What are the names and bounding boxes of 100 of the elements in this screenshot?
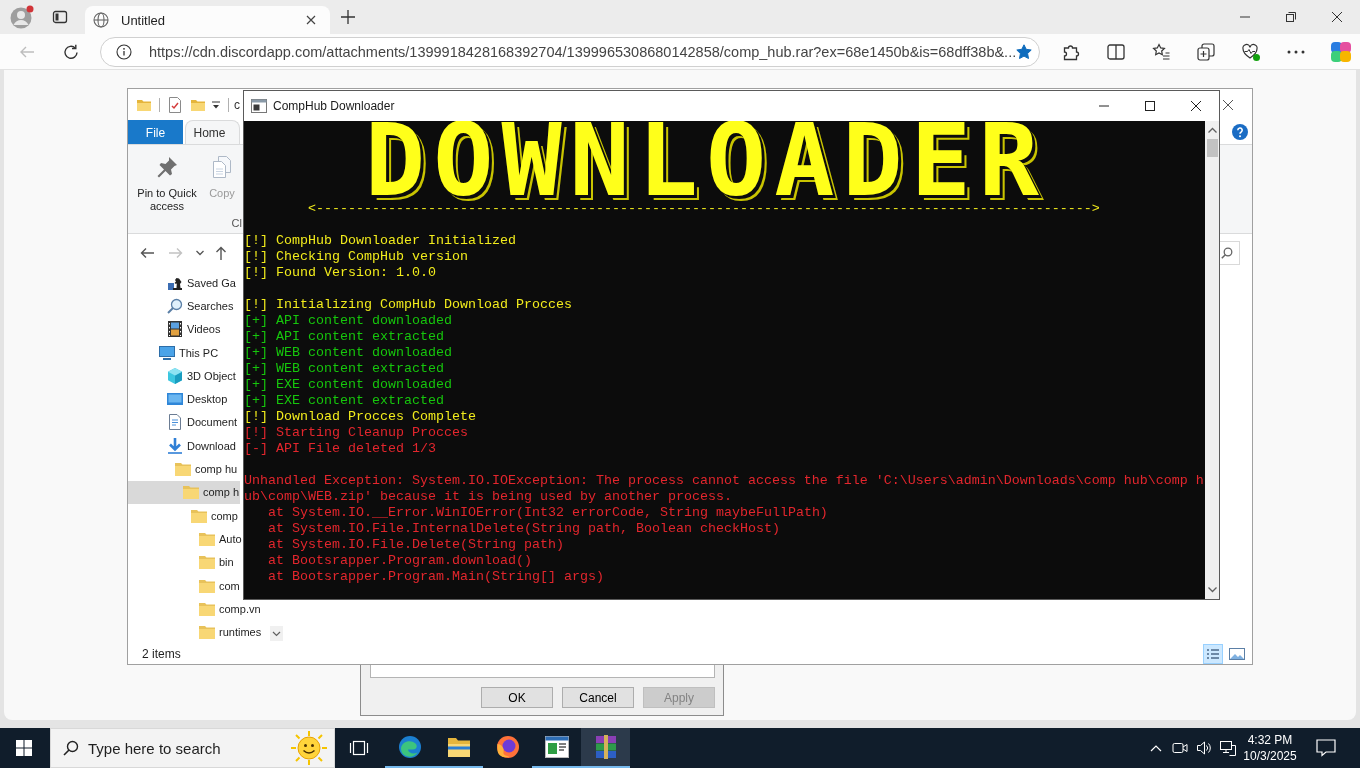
- console-line: [+] WEB content extracted: [244, 361, 444, 377]
- caret-up-icon[interactable]: [1150, 744, 1162, 752]
- split-screen-icon[interactable]: [1106, 42, 1125, 61]
- task-view-icon[interactable]: [349, 740, 369, 756]
- tree-item[interactable]: Auto: [128, 527, 243, 551]
- console-line: [!] Checking CompHub version: [244, 249, 468, 265]
- tree-item[interactable]: com: [128, 573, 241, 598]
- folder-icon: [175, 462, 191, 476]
- ribbon-tab[interactable]: File: [128, 120, 183, 144]
- tree-item[interactable]: Download: [128, 434, 237, 458]
- search-field[interactable]: Type here to search: [50, 728, 335, 768]
- stack-trace-line: at System.IO.__Error.WinIOError(Int32 errorCode, String maybeFullPath): [268, 505, 828, 521]
- tree-item[interactable]: comp h: [128, 480, 241, 504]
- collections-icon[interactable]: [1196, 42, 1215, 61]
- close-icon[interactable]: [1332, 12, 1342, 22]
- ribbon-button[interactable]: Pin to Quick access: [131, 150, 203, 216]
- globe-icon: [93, 12, 109, 28]
- ribbon-tab[interactable]: Home: [185, 120, 240, 144]
- tree-item[interactable]: bin: [128, 550, 235, 574]
- scroll-thumb[interactable]: [1206, 139, 1218, 157]
- windows-logo-icon[interactable]: [16, 740, 32, 756]
- console-line: Unhandled Exception: System.IO.IOException: The process cannot access the file 'C:\Users\admin\Downloads\comp hub\comp h: [244, 473, 1204, 489]
- monitor-icon: [159, 344, 175, 361]
- tree-item[interactable]: Document: [128, 410, 239, 435]
- checked-document-icon[interactable]: [168, 96, 182, 113]
- window-app-icon: [544, 736, 569, 758]
- tree-item[interactable]: This PC: [128, 340, 220, 365]
- folder-icon: [199, 601, 215, 616]
- desktop-icon: [167, 391, 183, 408]
- folder-icon: [191, 508, 207, 523]
- video-camera-icon[interactable]: [1172, 740, 1188, 756]
- folder-icon: [199, 578, 215, 593]
- tree-item[interactable]: comp.vn: [128, 597, 262, 621]
- taskbar-app-button[interactable]: [581, 728, 630, 768]
- stack-trace-line: at System.IO.File.Delete(String path): [268, 537, 564, 553]
- console-line: [!] Found Version: 1.0.0: [244, 265, 436, 281]
- stack-trace-line: at Bootsrapper.Program.Main(String[] args): [268, 569, 604, 585]
- search-icon: [167, 297, 183, 314]
- info-icon[interactable]: [116, 43, 132, 60]
- close-icon[interactable]: [306, 15, 316, 25]
- tree-item[interactable]: comp hu: [128, 457, 239, 481]
- group-label: Cl: [230, 217, 242, 231]
- search-field[interactable]: [1220, 240, 1240, 265]
- document-icon: [167, 414, 183, 431]
- tree-item[interactable]: comp: [128, 503, 239, 528]
- clock-date[interactable]: 10/3/2025: [1243, 748, 1297, 764]
- refresh-icon[interactable]: [63, 43, 79, 60]
- input-field[interactable]: [370, 665, 715, 678]
- copy-icon: [210, 155, 234, 179]
- console-line: [-] API File deleted 1/3: [244, 441, 436, 457]
- dashed-arrow-line: <------------------------------------------------------------------------------------------------->: [308, 201, 1100, 217]
- dialog-button[interactable]: Cancel: [562, 687, 634, 708]
- console-app-icon: [251, 98, 267, 114]
- console-line: [!] Starting Cleanup Procces: [244, 425, 468, 441]
- down-arrow-icon: [167, 437, 183, 454]
- chevron-down-icon[interactable]: [196, 249, 204, 256]
- more-icon[interactable]: [1286, 49, 1305, 54]
- folder-icon: [446, 736, 471, 758]
- help-icon[interactable]: [1232, 124, 1248, 140]
- scroll-up-icon[interactable]: [1207, 127, 1217, 133]
- maximize-icon[interactable]: [1145, 101, 1155, 111]
- close-icon[interactable]: [1191, 101, 1201, 111]
- close-icon[interactable]: [1223, 99, 1233, 110]
- tab-actions-icon[interactable]: [52, 9, 68, 25]
- heart-pulse-icon[interactable]: [1241, 42, 1260, 61]
- new-tab-icon[interactable]: [341, 10, 355, 24]
- console-line: [+] WEB content downloaded: [244, 345, 452, 361]
- tree-item[interactable]: Videos: [128, 317, 222, 341]
- dropdown-caret-icon[interactable]: [212, 100, 220, 109]
- tree-item[interactable]: Saved Ga: [128, 271, 237, 295]
- folder-icon: [199, 531, 215, 546]
- console-line: [+] API content downloaded: [244, 313, 452, 329]
- swirl-icon: [397, 735, 422, 759]
- favorites-icon[interactable]: [1151, 42, 1170, 61]
- details-view-icon[interactable]: [1203, 644, 1223, 664]
- network-icon[interactable]: [1220, 740, 1236, 756]
- puzzle-icon[interactable]: [1061, 42, 1080, 61]
- up-arrow-icon[interactable]: [213, 244, 229, 261]
- tree-item[interactable]: 3D Object: [128, 364, 237, 388]
- scroll-down-icon[interactable]: [270, 626, 283, 641]
- tree-item[interactable]: runtimes: [128, 620, 263, 644]
- folder-icon: [199, 625, 215, 640]
- dialog-button[interactable]: OK: [481, 687, 553, 708]
- tree-item[interactable]: Searches: [128, 294, 235, 318]
- star-icon[interactable]: [1016, 43, 1033, 60]
- stack-trace-line: at System.IO.File.InternalDelete(String path, Boolean checkHost): [268, 521, 780, 537]
- notification-icon[interactable]: [1316, 739, 1336, 757]
- search-input[interactable]: Type here to search: [88, 737, 248, 759]
- restore-icon[interactable]: [1286, 12, 1296, 22]
- folder-icon: [199, 555, 215, 570]
- app-logo-icon[interactable]: [1330, 41, 1351, 62]
- clock-time[interactable]: 4:32 PM: [1247, 732, 1293, 748]
- browser-tab[interactable]: Untitled: [85, 6, 330, 34]
- tree-item[interactable]: Desktop: [128, 387, 229, 411]
- scroll-down-icon[interactable]: [1207, 587, 1217, 593]
- fox-globe-icon: [495, 735, 520, 759]
- profile-avatar-icon[interactable]: [10, 5, 34, 29]
- speaker-icon[interactable]: [1196, 740, 1212, 756]
- folder-icon: [183, 485, 199, 500]
- address-field[interactable]: https://cdn.discordapp.com/attachments/1399918428168392704/1399965308680142858/comp_hub.rar?ex=68e1450b&is=68dff38b&...: [100, 36, 1040, 67]
